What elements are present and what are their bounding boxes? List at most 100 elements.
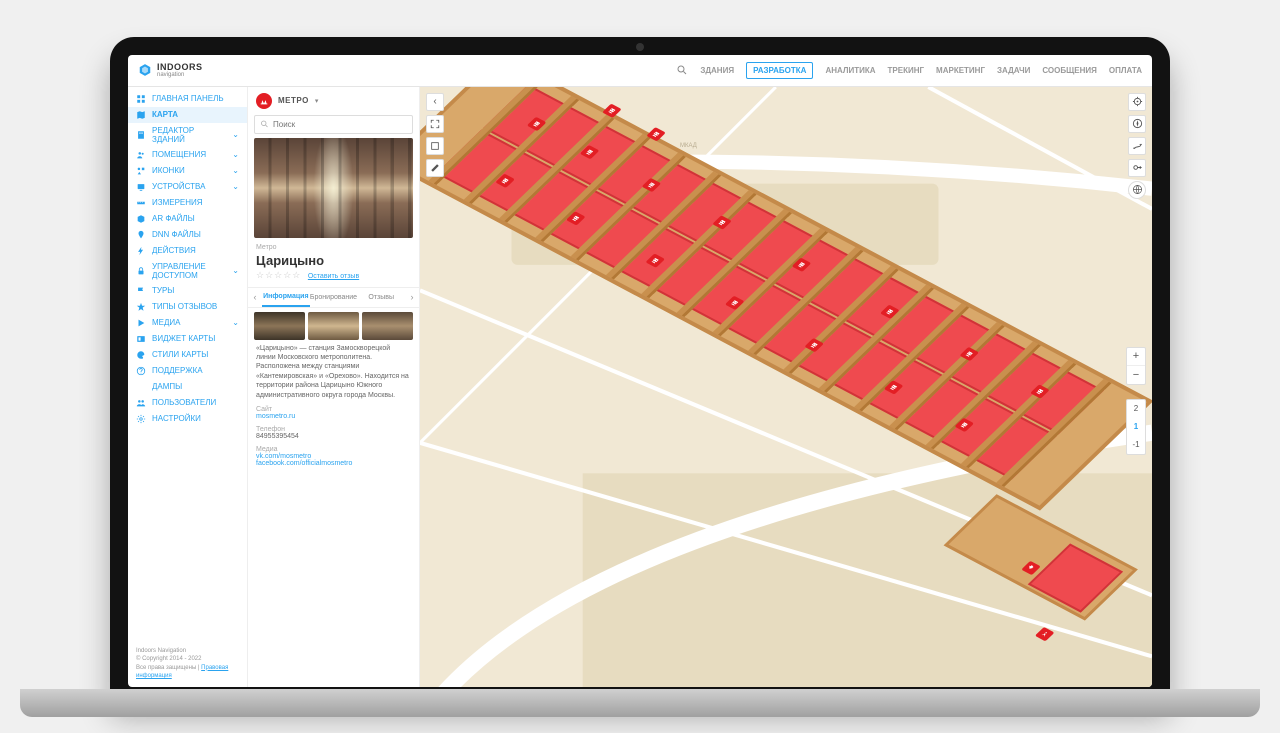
site-label: Сайт [256, 406, 411, 413]
sidebar-item-1[interactable]: КАРТА [128, 107, 247, 123]
floor-2[interactable]: 2 [1127, 400, 1145, 418]
sidebar-menu: ГЛАВНАЯ ПАНЕЛЬКАРТАРЕДАКТОР ЗДАНИЙ⌄ПОМЕЩ… [128, 87, 247, 641]
tool-collapse[interactable]: ‹ [426, 93, 444, 111]
tool-ruler-icon[interactable] [426, 159, 444, 177]
sidebar-item-7[interactable]: AR ФАЙЛЫ [128, 211, 247, 227]
sidebar-item-13[interactable]: МЕДИА⌄ [128, 315, 247, 331]
tool-globe-icon[interactable] [1128, 181, 1146, 199]
body: ГЛАВНАЯ ПАНЕЛЬКАРТАРЕДАКТОР ЗДАНИЙ⌄ПОМЕЩ… [128, 87, 1152, 687]
building-icon [136, 130, 146, 140]
tab-reviews[interactable]: Отзывы [357, 289, 405, 306]
tabs-next[interactable]: › [405, 292, 419, 302]
nav-tasks[interactable]: ЗАДАЧИ [997, 66, 1030, 75]
nav-buildings[interactable]: ЗДАНИЯ [700, 66, 734, 75]
phone-block: Телефон 84955395454 [248, 420, 419, 440]
chevron-down-icon: ▾ [315, 97, 319, 105]
tool-compass-icon[interactable] [1128, 115, 1146, 133]
nav-tracking[interactable]: ТРЕКИНГ [888, 66, 925, 75]
nav-payment[interactable]: ОПЛАТА [1109, 66, 1142, 75]
search-input[interactable] [254, 115, 413, 134]
sidebar-item-19[interactable]: НАСТРОЙКИ [128, 411, 247, 427]
map-tools-left: ‹ [426, 93, 444, 177]
chevron-down-icon: ⌄ [232, 166, 239, 175]
sidebar-item-label: DNN ФАЙЛЫ [152, 230, 201, 239]
thumb-2[interactable] [308, 312, 359, 340]
sidebar-item-label: ПОЛЬЗОВАТЕЛИ [152, 398, 216, 407]
pillar [606, 171, 721, 279]
pillar [890, 322, 1005, 430]
zoom-out-button[interactable]: − [1127, 366, 1145, 384]
sidebar-item-4[interactable]: ИКОНКИ ⌄ [128, 163, 247, 179]
sidebar-item-2[interactable]: РЕДАКТОР ЗДАНИЙ⌄ [128, 123, 247, 147]
brand[interactable]: INDOORS navigation [138, 62, 203, 78]
sidebar-item-6[interactable]: ИЗМЕРЕНИЯ [128, 195, 247, 211]
phone-value: 84955395454 [256, 433, 411, 440]
sidebar-item-label: ИКОНКИ [152, 166, 185, 175]
tab-info[interactable]: Информация [262, 288, 310, 307]
help-icon [136, 366, 146, 376]
lock-icon [136, 266, 146, 276]
bolt-icon [136, 246, 146, 256]
app-screen: INDOORS navigation ЗДАНИЯ РАЗРАБОТКА АНА… [128, 55, 1152, 687]
exit-marker-icon[interactable] [1021, 560, 1041, 574]
thumb-1[interactable] [254, 312, 305, 340]
tabs-prev[interactable]: ‹ [248, 292, 262, 302]
tool-route-icon[interactable] [1128, 137, 1146, 155]
nav-marketing[interactable]: МАРКЕТИНГ [936, 66, 985, 75]
sidebar-item-10[interactable]: УПРАВЛЕНИЕ ДОСТУПОМ⌄ [128, 259, 247, 283]
pillar [783, 265, 898, 373]
phone-label: Телефон [256, 426, 411, 433]
nav-messages[interactable]: СООБЩЕНИЯ [1042, 66, 1097, 75]
sidebar-item-15[interactable]: СТИЛИ КАРТЫ [128, 347, 247, 363]
sidebar-item-label: ТИПЫ ОТЗЫВОВ [152, 302, 217, 311]
media-vk[interactable]: vk.com/mosmetro [256, 453, 411, 460]
sidebar-item-14[interactable]: ВИДЖЕТ КАРТЫ [128, 331, 247, 347]
sidebar-item-16[interactable]: ПОДДЕРЖКА [128, 363, 247, 379]
tab-booking[interactable]: Бронирование [310, 289, 358, 306]
sidebar-item-label: УПРАВЛЕНИЕ ДОСТУПОМ [152, 262, 226, 280]
tool-key-icon[interactable] [1128, 159, 1146, 177]
sidebar-item-12[interactable]: ТИПЫ ОТЗЫВОВ [128, 299, 247, 315]
map-icon [136, 110, 146, 120]
top-nav: ЗДАНИЯ РАЗРАБОТКА АНАЛИТИКА ТРЕКИНГ МАРК… [676, 62, 1142, 79]
sidebar-item-0[interactable]: ГЛАВНАЯ ПАНЕЛЬ [128, 91, 247, 107]
sidebar-item-label: КАРТА [152, 110, 178, 119]
icons-icon [136, 166, 146, 176]
sidebar-item-3[interactable]: ПОМЕЩЕНИЯ⌄ [128, 147, 247, 163]
panel-header[interactable]: МЕТРО ▾ [248, 87, 419, 115]
tool-fullscreen-icon[interactable] [426, 115, 444, 133]
search-icon[interactable] [676, 64, 688, 76]
media-fb[interactable]: facebook.com/officialmosmetro [256, 460, 411, 467]
tool-locate-icon[interactable] [1128, 93, 1146, 111]
floor-1[interactable]: 1 [1127, 418, 1145, 436]
nav-analytics[interactable]: АНАЛИТИКА [825, 66, 875, 75]
leave-review-link[interactable]: Оставить отзыв [308, 273, 359, 280]
sidebar-item-label: СТИЛИ КАРТЫ [152, 350, 208, 359]
rating-row: ☆☆☆☆☆ Оставить отзыв [256, 270, 411, 281]
camera-notch [636, 43, 644, 51]
sidebar-item-17[interactable]: ДАМПЫ [128, 379, 247, 395]
nav-development[interactable]: РАЗРАБОТКА [746, 62, 813, 79]
tool-square-icon[interactable] [426, 137, 444, 155]
map-canvas[interactable]: МКАД Новый пруд ‹ [420, 87, 1152, 687]
stars-icon: ☆☆☆☆☆ [256, 270, 301, 280]
sidebar-item-label: РЕДАКТОР ЗДАНИЙ [152, 126, 226, 144]
palette-icon [136, 350, 146, 360]
pillar [925, 341, 1040, 449]
floor-minus1[interactable]: -1 [1127, 436, 1145, 454]
footer-line3: Все права защищены | Правовая информация [136, 664, 239, 681]
zoom-in-button[interactable]: + [1127, 348, 1145, 366]
sidebar-item-18[interactable]: ПОЛЬЗОВАТЕЛИ [128, 395, 247, 411]
sidebar-item-5[interactable]: УСТРОЙСТВА⌄ [128, 179, 247, 195]
sidebar-item-9[interactable]: ДЕЙСТВИЯ [128, 243, 247, 259]
footer-line1: Indoors Navigation [136, 647, 239, 655]
pillar [712, 228, 827, 336]
thumb-3[interactable] [362, 312, 413, 340]
sidebar-item-label: ВИДЖЕТ КАРТЫ [152, 334, 215, 343]
sidebar-item-label: УСТРОЙСТВА [152, 182, 205, 191]
sidebar-item-8[interactable]: DNN ФАЙЛЫ [128, 227, 247, 243]
pillar [464, 95, 579, 203]
site-value[interactable]: mosmetro.ru [256, 413, 411, 420]
widget-icon [136, 334, 146, 344]
sidebar-item-11[interactable]: ТУРЫ [128, 283, 247, 299]
